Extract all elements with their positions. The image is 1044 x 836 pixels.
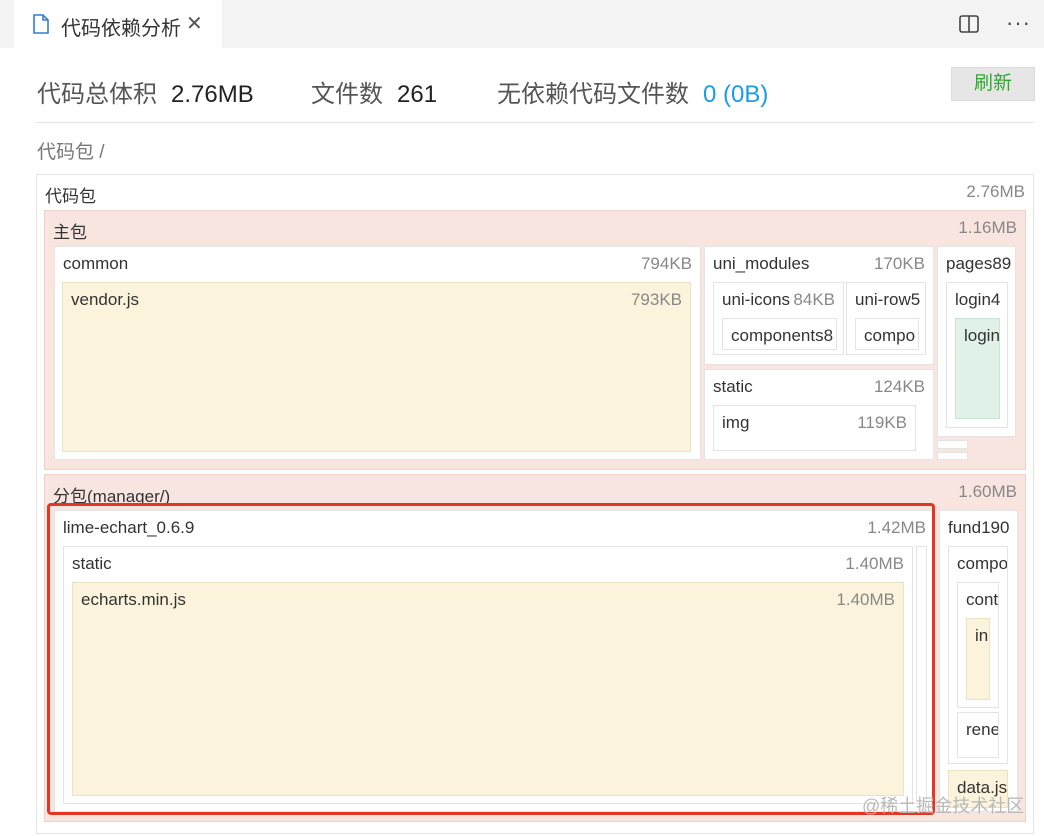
node-name: uni-icons [722, 290, 791, 309]
file-count-value: 261 [397, 81, 438, 108]
node-name: rene [966, 720, 999, 739]
treemap-fund-rene[interactable]: rene [957, 712, 999, 758]
node-size: 793KB [630, 290, 682, 309]
divider [36, 122, 1034, 123]
treemap-uni-icons-components[interactable]: components8 [722, 318, 837, 350]
node-name: static [713, 377, 753, 396]
node-name: login4 [955, 290, 1001, 309]
close-icon[interactable]: ✕ [186, 12, 203, 36]
refresh-button[interactable]: 刷新 [951, 67, 1035, 101]
node-name: compo [864, 326, 916, 345]
node-name: login [964, 326, 1000, 345]
node-name: in [975, 626, 989, 645]
node-name: 代码包 [45, 187, 96, 206]
node-name: fund190 [948, 518, 1010, 537]
treemap-small-item[interactable] [937, 440, 968, 449]
treemap-img[interactable]: img 119KB [713, 405, 916, 451]
treemap-fund-in[interactable]: in [966, 618, 990, 700]
node-name: pages89 [946, 254, 1012, 273]
total-size-label: 代码总体积 [37, 81, 157, 108]
treemap-login-file[interactable]: login [955, 318, 1000, 419]
node-size: 119KB [857, 413, 907, 432]
node-name: compo [957, 554, 1008, 573]
editor-tab-bar: 代码依赖分析 ✕ ··· [0, 0, 1044, 48]
no-dependency-stat: 无依赖代码文件数 0 (0B) [497, 74, 768, 108]
node-size: 170KB [873, 254, 925, 273]
node-name: 主包 [53, 223, 87, 242]
tab-title: 代码依赖分析 [61, 18, 181, 40]
node-name: uni-row5 [855, 290, 921, 309]
node-name: cont [966, 590, 999, 609]
node-size: 124KB [873, 377, 925, 396]
file-count-stat: 文件数 261 [311, 74, 437, 108]
more-actions-icon[interactable]: ··· [1006, 10, 1031, 36]
node-name: img [722, 413, 750, 432]
total-size-stat: 代码总体积 2.76MB [37, 74, 254, 108]
total-size-value: 2.76MB [171, 81, 254, 108]
highlight-box [47, 503, 935, 815]
watermark: @稀土掘金技术社区 [862, 796, 1025, 816]
no-dependency-value[interactable]: 0 (0B) [703, 81, 768, 108]
node-size: 1.16MB [958, 218, 1017, 237]
node-name: components8 [731, 326, 834, 345]
breadcrumb[interactable]: 代码包 / [37, 137, 105, 164]
node-name: vendor.js [71, 290, 140, 309]
node-size: 2.76MB [966, 182, 1025, 201]
no-dependency-label: 无依赖代码文件数 [497, 81, 689, 108]
split-editor-icon[interactable] [958, 14, 980, 34]
treemap-uni-row-components[interactable]: compo [855, 318, 919, 350]
node-name: common [63, 254, 129, 273]
node-size: 794KB [640, 254, 692, 273]
node-name: uni_modules [713, 254, 810, 273]
node-size: 84KB [793, 290, 835, 309]
treemap-small-item[interactable] [937, 452, 968, 460]
node-size: 1.60MB [958, 482, 1017, 501]
tab-dependency-analysis[interactable]: 代码依赖分析 ✕ [14, 0, 222, 48]
file-icon [33, 14, 49, 34]
file-count-label: 文件数 [311, 81, 383, 108]
treemap-vendor-js[interactable]: vendor.js 793KB [62, 282, 691, 452]
